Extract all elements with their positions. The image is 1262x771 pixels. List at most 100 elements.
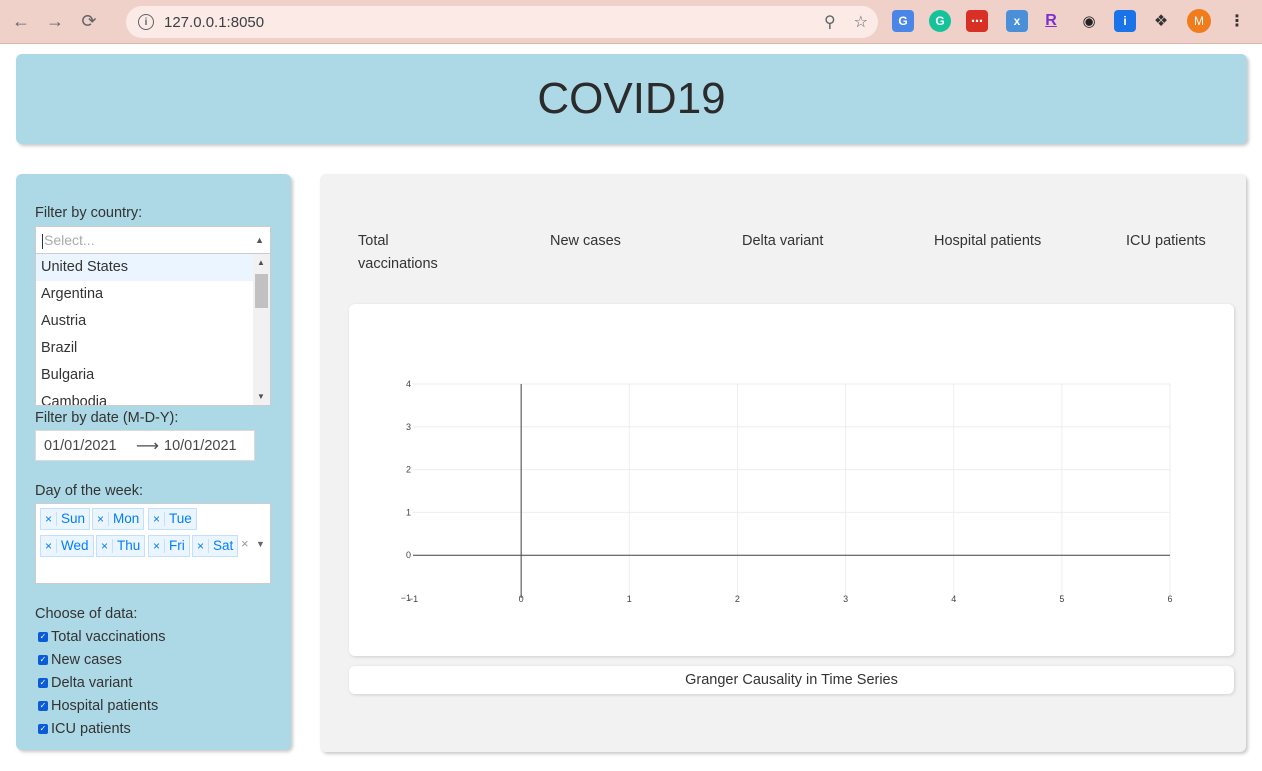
main-panel: Total vaccinations New cases Delta varia… [320, 174, 1246, 752]
checkbox-checked-icon[interactable]: ✓ [38, 701, 48, 711]
text-cursor [42, 233, 43, 249]
checkbox-total-vaccinations[interactable]: ✓ Total vaccinations [38, 629, 165, 645]
x-tick-label: 5 [1059, 594, 1064, 604]
checkbox-icu-patients[interactable]: ✓ ICU patients [38, 721, 131, 737]
footer-title: Granger Causality in Time Series [685, 672, 898, 688]
weekday-tag-label: Thu [117, 538, 141, 553]
dropdown-scrollbar[interactable]: ▲ ▼ [253, 254, 270, 405]
url-text: 127.0.0.1:8050 [164, 13, 265, 31]
country-option[interactable]: Austria [36, 308, 254, 335]
chevron-down-icon[interactable]: ▼ [256, 539, 265, 549]
remove-tag-icon[interactable]: × [153, 539, 166, 553]
date-range-picker: 01/01/2021 ⟶ 10/01/2021 [35, 430, 255, 461]
filter-sidebar: Filter by country: Select... ▲ United St… [16, 174, 291, 750]
weekday-tag: × Mon [92, 508, 145, 530]
stat-hospital-patients: Hospital patients [934, 233, 1042, 249]
checkbox-checked-icon[interactable]: ✓ [38, 724, 48, 734]
checkbox-checked-icon[interactable]: ✓ [38, 655, 48, 665]
y-tick-label: 0 [406, 550, 411, 560]
x-tick-label: 3 [843, 594, 848, 604]
y-tick-label: 3 [406, 422, 411, 432]
x-tick-label: 4 [951, 594, 956, 604]
browser-menu-icon[interactable]: ⋮ [1226, 10, 1248, 32]
checkbox-label: ICU patients [51, 721, 131, 737]
y-tick-label: 4 [406, 379, 411, 389]
remove-tag-icon[interactable]: × [45, 539, 58, 553]
remove-tag-icon[interactable]: × [101, 539, 114, 553]
grammarly-extension-icon[interactable]: G [929, 10, 951, 32]
checkbox-new-cases[interactable]: ✓ New cases [38, 652, 122, 668]
weekday-filter-label: Day of the week: [35, 483, 143, 499]
weekday-tag: × Sun [40, 508, 91, 530]
site-info-icon[interactable]: i [138, 14, 154, 30]
country-option[interactable]: United States [36, 254, 254, 281]
weekday-tag-label: Sat [213, 538, 234, 553]
scroll-up-icon[interactable]: ▲ [257, 258, 265, 267]
checkbox-hospital-patients[interactable]: ✓ Hospital patients [38, 698, 158, 714]
stat-delta-variant: Delta variant [742, 233, 824, 249]
x-tick-label: 6 [1167, 594, 1172, 604]
country-option[interactable]: Argentina [36, 281, 254, 308]
end-date-input[interactable]: 10/01/2021 [156, 438, 237, 454]
y-tick-label: −1 [401, 593, 411, 603]
country-filter-label: Filter by country: [35, 205, 143, 221]
remove-tag-icon[interactable]: × [153, 512, 166, 526]
bookmark-star-icon[interactable]: ☆ [854, 12, 868, 32]
graph-card: −1 0 1 2 3 4 5 6 −1 0 1 2 3 4 [349, 304, 1234, 656]
y-tick-label: 2 [406, 465, 411, 475]
y-tick-label: 1 [406, 507, 411, 517]
extension-info-icon[interactable]: i [1114, 10, 1136, 32]
profile-avatar[interactable]: M [1187, 9, 1211, 33]
weekday-tag-label: Mon [113, 511, 140, 526]
stat-icu-patients: ICU patients [1126, 233, 1206, 249]
extension-red-icon[interactable]: ⋯ [966, 10, 988, 32]
weekday-tag-label: Sun [61, 511, 86, 526]
remove-tag-icon[interactable]: × [97, 512, 110, 526]
country-option[interactable]: Bulgaria [36, 362, 254, 389]
reload-icon[interactable]: ⟳ [76, 9, 102, 35]
country-select-placeholder: Select... [44, 232, 95, 248]
country-option[interactable]: Cambodia [36, 389, 254, 405]
browser-toolbar: ← → ⟳ i 127.0.0.1:8050 ⚲ ☆ G G ⋯ x R ◉ i… [0, 0, 1262, 44]
x-tick-label: 1 [627, 594, 632, 604]
date-filter-label: Filter by date (M-D-Y): [35, 410, 179, 426]
checkbox-checked-icon[interactable]: ✓ [38, 632, 48, 642]
country-dropdown-menu[interactable]: United States Argentina Austria Brazil B… [35, 253, 271, 406]
caret-up-icon[interactable]: ▲ [255, 235, 264, 245]
weekday-tag: × Wed [40, 535, 94, 557]
granger-footer: Granger Causality in Time Series [349, 666, 1234, 694]
forward-icon[interactable]: → [42, 9, 68, 35]
checkbox-label: Total vaccinations [51, 629, 166, 645]
weekday-tag-label: Fri [169, 538, 185, 553]
weekday-tag: × Tue [148, 508, 197, 530]
stat-total-vaccinations: Total vaccinations [358, 233, 438, 272]
start-date-input[interactable]: 01/01/2021 [36, 438, 136, 454]
checkbox-label: New cases [51, 652, 122, 668]
x-tick-label: 0 [519, 594, 524, 604]
country-option[interactable]: Brazil [36, 335, 254, 362]
scrollbar-thumb[interactable] [255, 274, 268, 308]
remove-tag-icon[interactable]: × [197, 539, 210, 553]
zoom-icon[interactable]: ⚲ [824, 12, 836, 32]
plot-area[interactable]: −1 0 1 2 3 4 5 6−101234 [349, 304, 1234, 656]
extension-translate-x-icon[interactable]: x [1006, 10, 1028, 32]
weekday-tag: × Thu [96, 535, 146, 557]
scroll-down-icon[interactable]: ▼ [257, 392, 265, 401]
remove-tag-icon[interactable]: × [45, 512, 58, 526]
extension-shield-icon[interactable]: ◉ [1078, 10, 1100, 32]
weekday-multiselect[interactable]: × Sun × Mon × Tue × Wed × Thu × Fri × Sat × ▼ [35, 503, 271, 584]
arrow-right-icon: ⟶ [136, 437, 159, 455]
checkbox-checked-icon[interactable]: ✓ [38, 678, 48, 688]
clear-all-icon[interactable]: × [241, 536, 249, 551]
checkbox-delta-variant[interactable]: ✓ Delta variant [38, 675, 132, 691]
weekday-tag-label: Wed [61, 538, 89, 553]
weekday-tag-label: Tue [169, 511, 192, 526]
extensions-puzzle-icon[interactable]: ❖ [1150, 10, 1172, 32]
country-select[interactable]: Select... ▲ [35, 226, 271, 253]
translate-extension-icon[interactable]: G [892, 10, 914, 32]
app-header: COVID19 [16, 54, 1247, 144]
address-bar[interactable]: i 127.0.0.1:8050 ⚲ ☆ [126, 6, 878, 38]
back-icon[interactable]: ← [8, 9, 34, 35]
extension-r-icon[interactable]: R [1040, 10, 1062, 32]
x-tick-label: 2 [735, 594, 740, 604]
